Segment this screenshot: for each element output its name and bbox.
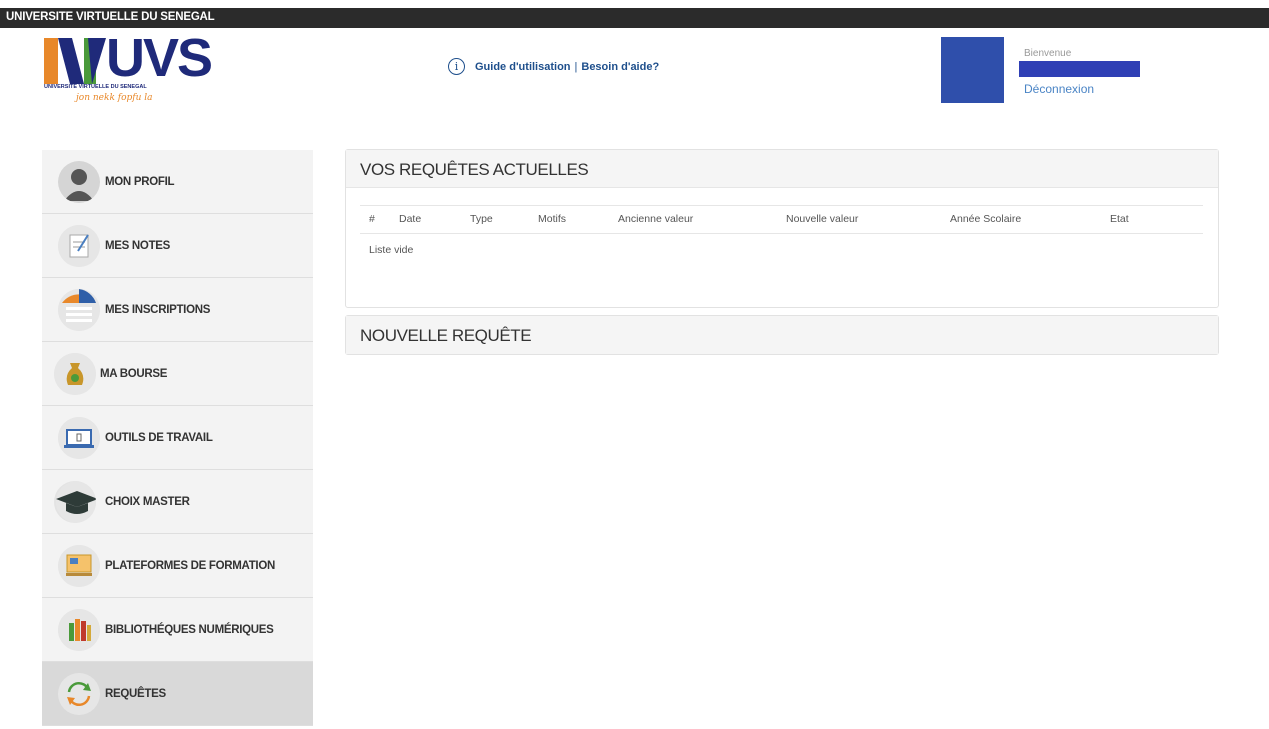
user-name-redacted — [1019, 61, 1140, 77]
help-links: i Guide d'utilisation | Besoin d'aide? — [448, 58, 659, 75]
sidebar-item-ma-bourse[interactable]: MA BOURSE — [42, 342, 313, 406]
logo-slogan: jon nekk fopfu la — [76, 93, 153, 103]
registration-icon — [58, 289, 100, 331]
user-icon — [58, 161, 100, 203]
sidebar-item-bibliotheques-numeriques[interactable]: BIBLIOTHÉQUES NUMÉRIQUES — [42, 598, 313, 662]
sidebar-item-mes-notes[interactable]: MES NOTES — [42, 214, 313, 278]
current-requests-panel: VOS REQUÊTES ACTUELLES # Date Type Motif… — [345, 149, 1219, 308]
column-header-etat: Etat — [1110, 205, 1203, 234]
uvs-logo[interactable]: UVS UNIVERSITE VIRTUELLE DU SENEGAL jon … — [44, 30, 213, 114]
sidebar-item-mes-inscriptions[interactable]: MES INSCRIPTIONS — [42, 278, 313, 342]
column-header-ancienne-valeur: Ancienne valeur — [618, 205, 786, 234]
help-link[interactable]: Besoin d'aide? — [581, 61, 659, 73]
column-header-annee-scolaire: Année Scolaire — [950, 205, 1110, 234]
logo-mark-icon — [44, 38, 106, 84]
sidebar-item-requetes[interactable]: REQUÊTES — [42, 662, 313, 726]
info-icon: i — [448, 58, 465, 75]
sidebar-item-label: CHOIX MASTER — [105, 495, 190, 508]
logout-link[interactable]: Déconnexion — [1024, 82, 1094, 96]
avatar — [941, 37, 1004, 103]
graduation-cap-icon — [54, 481, 96, 523]
refresh-icon — [58, 673, 100, 715]
books-icon — [58, 609, 100, 651]
sidebar-item-choix-master[interactable]: CHOIX MASTER — [42, 470, 313, 534]
table-header-row: # Date Type Motifs Ancienne valeur Nouve… — [360, 205, 1203, 234]
guide-link[interactable]: Guide d'utilisation — [475, 61, 571, 73]
welcome-text: Bienvenue — [1024, 48, 1072, 59]
requests-table: # Date Type Motifs Ancienne valeur Nouve… — [360, 205, 1203, 256]
sidebar-item-label: MES NOTES — [105, 239, 171, 252]
table-row: Liste vide — [360, 234, 1203, 256]
sidebar-item-label: MES INSCRIPTIONS — [105, 303, 211, 316]
sidebar-item-label: BIBLIOTHÉQUES NUMÉRIQUES — [105, 623, 274, 636]
new-request-title: NOUVELLE REQUÊTE — [346, 316, 1218, 354]
top-bar: UNIVERSITE VIRTUELLE DU SENEGAL — [0, 8, 1269, 28]
notes-icon — [58, 225, 100, 267]
sidebar: MON PROFIL MES NOTES MES INSCRIPTIONS MA… — [42, 150, 313, 726]
column-header-nouvelle-valeur: Nouvelle valeur — [786, 205, 950, 234]
sidebar-item-outils-de-travail[interactable]: OUTILS DE TRAVAIL — [42, 406, 313, 470]
sidebar-item-plateformes-de-formation[interactable]: PLATEFORMES DE FORMATION — [42, 534, 313, 598]
column-header-motifs: Motifs — [538, 205, 618, 234]
sidebar-item-label: REQUÊTES — [105, 687, 166, 700]
money-bag-icon — [54, 353, 96, 395]
header: UVS UNIVERSITE VIRTUELLE DU SENEGAL jon … — [0, 28, 1269, 114]
sidebar-item-label: PLATEFORMES DE FORMATION — [105, 559, 275, 572]
sidebar-item-label: OUTILS DE TRAVAIL — [105, 431, 213, 444]
new-request-panel[interactable]: NOUVELLE REQUÊTE — [345, 315, 1219, 355]
training-platform-icon — [58, 545, 100, 587]
sidebar-item-label: MA BOURSE — [100, 367, 168, 380]
sidebar-item-mon-profil[interactable]: MON PROFIL — [42, 150, 313, 214]
logo-text: UVS — [106, 28, 213, 88]
column-header-type: Type — [470, 205, 538, 234]
column-header-date: Date — [399, 205, 470, 234]
laptop-icon — [58, 417, 100, 459]
logo-subtitle: UNIVERSITE VIRTUELLE DU SENEGAL — [44, 84, 147, 90]
current-requests-title: VOS REQUÊTES ACTUELLES — [346, 150, 1218, 188]
column-header-number: # — [360, 205, 399, 234]
university-title: UNIVERSITE VIRTUELLE DU SENEGAL — [6, 11, 215, 23]
empty-list-text: Liste vide — [369, 244, 414, 256]
sidebar-item-label: MON PROFIL — [105, 175, 175, 188]
help-separator: | — [574, 60, 578, 73]
